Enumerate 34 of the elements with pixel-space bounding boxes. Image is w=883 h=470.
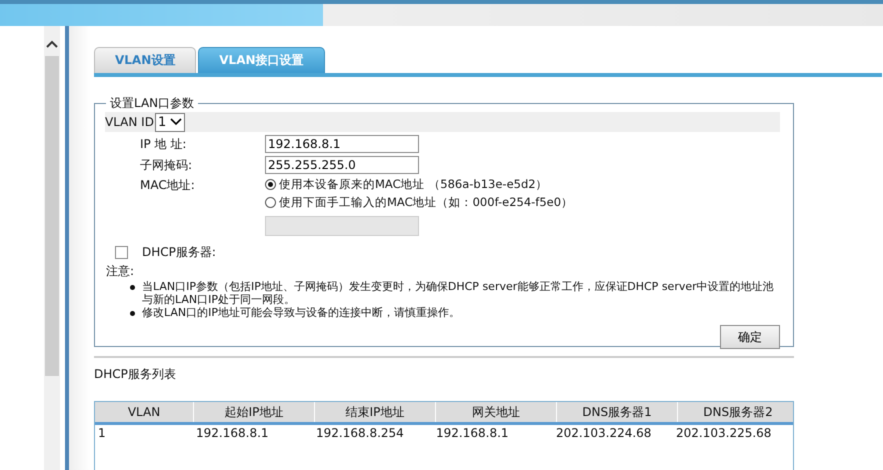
note-title: 注意: (106, 263, 136, 280)
checkbox-label: DHCP服务器: (142, 244, 216, 261)
vlan-id-select[interactable]: 1 (154, 112, 186, 132)
field-label: 子网掩码: (140, 156, 194, 174)
table-cell-text: 202.103.224.68 (555, 425, 652, 441)
input-field[interactable]: 255.255.255.0 (265, 156, 419, 174)
radio-label: 使用下面手工输入的MAC地址（如：000f-e254-f5e0） (279, 195, 574, 210)
field-label: IP 地 址: (140, 136, 188, 152)
table-cell-text: 192.168.8.1 (435, 425, 510, 441)
radio-label: 使用本设备原来的MAC地址 （586a-b13e-e5d2） (279, 177, 548, 192)
radio-button[interactable] (265, 179, 276, 190)
column-header: DNS服务器2 (678, 402, 799, 422)
column-header: 结束IP地址 (315, 402, 436, 422)
checkbox[interactable] (115, 246, 128, 259)
radio-button[interactable] (265, 197, 276, 208)
field-label: VLAN ID (105, 115, 154, 129)
scrollbar[interactable] (44, 26, 60, 470)
table-cell-text: 192.168.8.1 (195, 425, 270, 441)
column-header: 网关地址 (436, 402, 557, 422)
field-label: MAC地址: (140, 177, 196, 194)
column-header: 起始IP地址 (194, 402, 315, 422)
input-field[interactable]: 192.168.8.1 (265, 135, 419, 153)
table-cell-text: 192.168.8.254 (315, 425, 405, 441)
panel-legend: 设置LAN口参数 (106, 95, 198, 112)
section-title: DHCP服务列表 (94, 366, 177, 383)
note-text: 修改LAN口的IP地址可能会导致与设备的连接中断，请慎重操作。 (142, 306, 460, 319)
confirm-button[interactable]: 确定 (720, 325, 780, 349)
table-cell-text: 202.103.225.68 (675, 425, 772, 441)
note-text: 当LAN口IP参数（包括IP地址、子网掩码）发生变更时，为确保DHCP server能够正常工作，应保证DHCP server中设置的地址池与新的LAN口IP处于同一网段。 (142, 280, 775, 306)
table-cell-text: 1 (97, 425, 107, 441)
column-header: DNS服务器1 (557, 402, 678, 422)
caret-icon (170, 118, 182, 126)
scroll-up-icon[interactable] (46, 40, 58, 48)
column-header: VLAN (95, 402, 194, 422)
